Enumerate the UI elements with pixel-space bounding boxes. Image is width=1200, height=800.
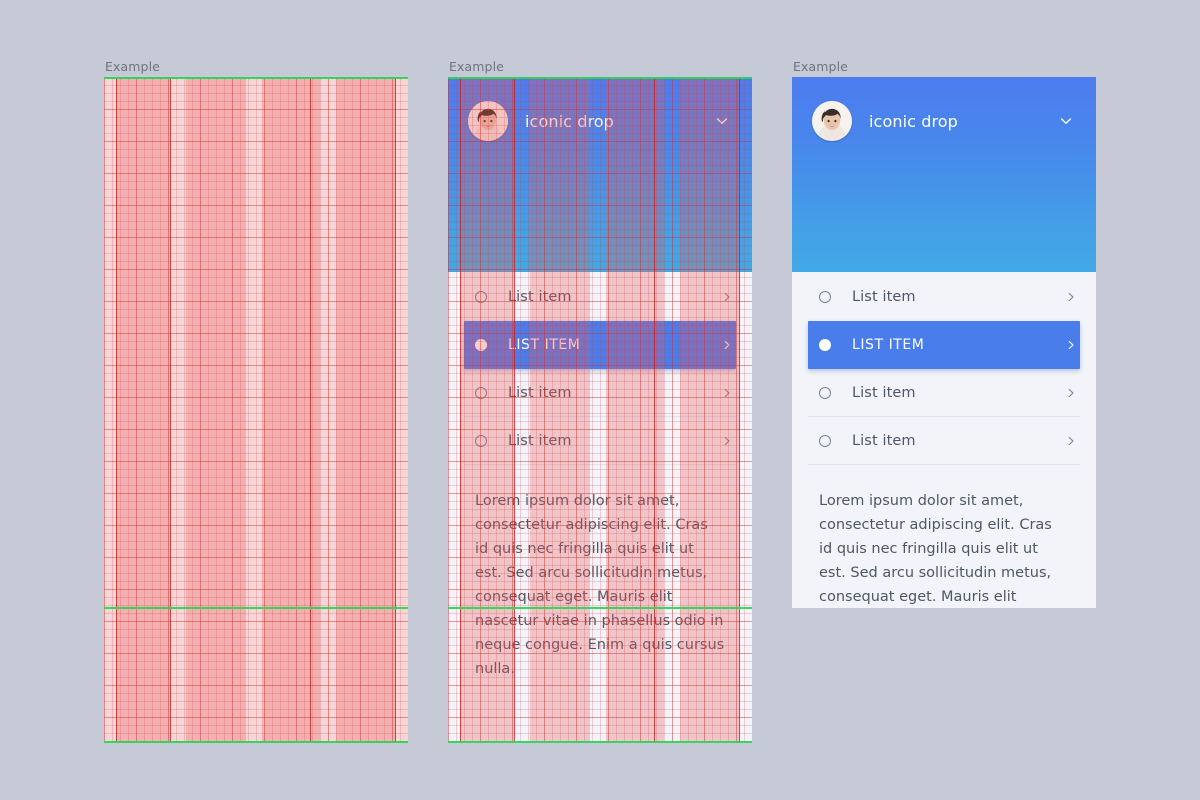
list-item-label: List item bbox=[852, 289, 916, 305]
avatar bbox=[468, 101, 508, 141]
panel-grid-only: Example bbox=[104, 60, 408, 743]
list-item-label: List item bbox=[508, 289, 572, 305]
chevron-right-icon bbox=[720, 290, 734, 304]
radio-checked-icon bbox=[475, 339, 487, 351]
panel-card-clean: Example iconic drop List item LIST ITEM … bbox=[792, 60, 1096, 608]
radio-unchecked-icon bbox=[475, 435, 487, 447]
card-header: iconic drop bbox=[792, 77, 1096, 272]
radio-checked-icon bbox=[819, 339, 831, 351]
avatar-photo bbox=[812, 101, 852, 141]
screenshot-stage: Example Example iconic drop List item LI… bbox=[0, 0, 1200, 800]
chevron-right-icon bbox=[1064, 290, 1078, 304]
list-item[interactable]: List item bbox=[792, 273, 1096, 321]
radio-unchecked-icon bbox=[819, 291, 831, 303]
card-list: List item LIST ITEM List item List item bbox=[448, 272, 752, 465]
chevron-right-icon bbox=[720, 434, 734, 448]
card-header-title: iconic drop bbox=[869, 111, 958, 131]
chevron-right-icon bbox=[1064, 434, 1078, 448]
panel-surface bbox=[104, 77, 408, 743]
card-header-title: iconic drop bbox=[525, 111, 614, 131]
chevron-down-icon[interactable] bbox=[1056, 111, 1076, 131]
chevron-right-icon bbox=[1064, 386, 1078, 400]
panel-caption: Example bbox=[449, 59, 504, 74]
list-item[interactable]: List item bbox=[792, 369, 1096, 417]
list-item[interactable]: List item bbox=[448, 417, 752, 465]
list-item-label: List item bbox=[852, 385, 916, 401]
list-item[interactable]: LIST ITEM bbox=[808, 321, 1080, 369]
list-item-label: LIST ITEM bbox=[508, 337, 581, 353]
panel-card-with-grid: Example iconic drop List item LIST ITEM … bbox=[448, 60, 752, 743]
list-item[interactable]: List item bbox=[448, 369, 752, 417]
radio-unchecked-icon bbox=[475, 291, 487, 303]
card-header: iconic drop bbox=[448, 77, 752, 272]
chevron-right-icon bbox=[720, 338, 734, 352]
panel-caption: Example bbox=[105, 59, 160, 74]
chevron-right-icon bbox=[1064, 338, 1078, 352]
card-body-text: Lorem ipsum dolor sit amet, consectetur … bbox=[792, 465, 1096, 608]
list-item[interactable]: List item bbox=[448, 273, 752, 321]
radio-unchecked-icon bbox=[819, 387, 831, 399]
card-header-row: iconic drop bbox=[792, 77, 1096, 141]
chevron-right-icon bbox=[720, 386, 734, 400]
panel-surface: iconic drop List item LIST ITEM List ite… bbox=[792, 77, 1096, 608]
radio-unchecked-icon bbox=[475, 387, 487, 399]
grid-base-wash bbox=[104, 77, 408, 743]
chevron-down-icon[interactable] bbox=[712, 111, 732, 131]
avatar-photo bbox=[468, 101, 508, 141]
list-item-label: List item bbox=[508, 385, 572, 401]
card-header-row: iconic drop bbox=[448, 77, 752, 141]
card-list: List item LIST ITEM List item List item bbox=[792, 272, 1096, 465]
radio-unchecked-icon bbox=[819, 435, 831, 447]
avatar bbox=[812, 101, 852, 141]
grid-baseline-rule bbox=[448, 741, 752, 743]
list-item[interactable]: LIST ITEM bbox=[464, 321, 736, 369]
list-item-label: List item bbox=[508, 433, 572, 449]
list-item-label: LIST ITEM bbox=[852, 337, 925, 353]
list-item[interactable]: List item bbox=[792, 417, 1096, 465]
list-item-label: List item bbox=[852, 433, 916, 449]
card-body-text: Lorem ipsum dolor sit amet, consectetur … bbox=[448, 465, 752, 711]
panel-caption: Example bbox=[793, 59, 848, 74]
panel-surface: iconic drop List item LIST ITEM List ite… bbox=[448, 77, 752, 743]
